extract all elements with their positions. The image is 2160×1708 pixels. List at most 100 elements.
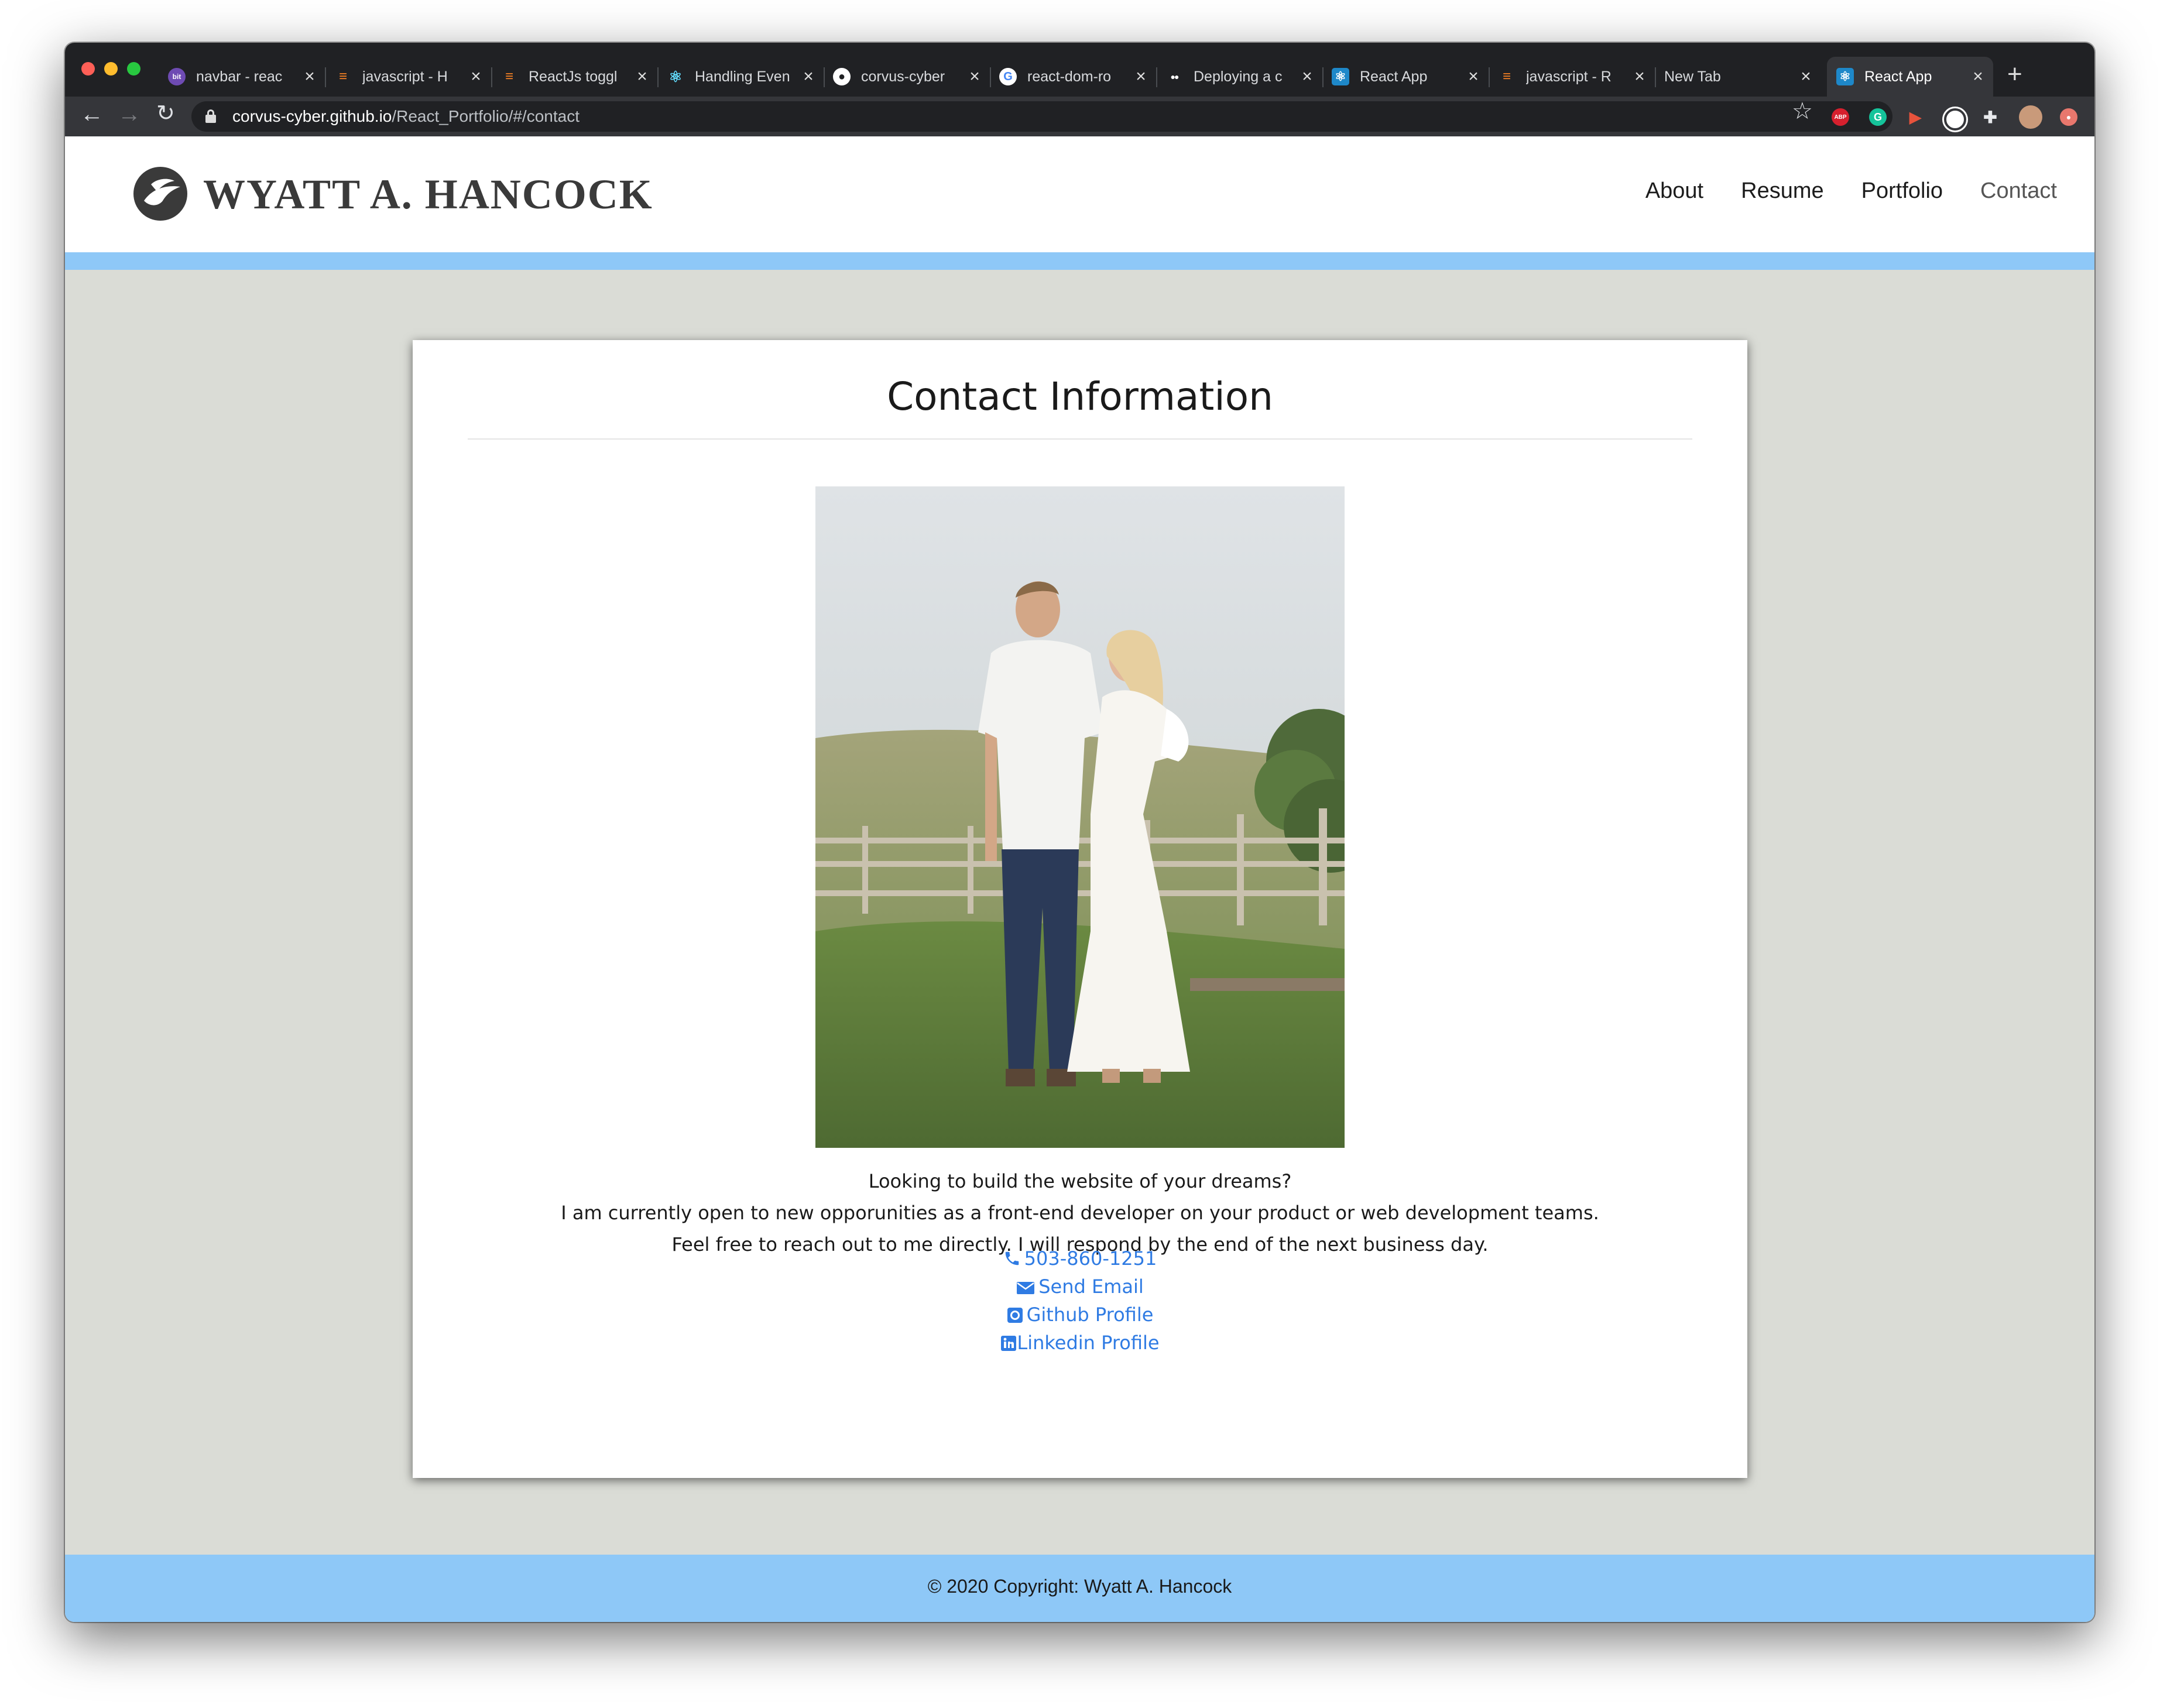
forward-arrow-icon[interactable]: → <box>118 102 141 126</box>
adblock-plus-icon[interactable]: ABP <box>1832 108 1849 126</box>
close-tab-icon[interactable]: × <box>800 67 817 87</box>
tab-title: javascript - R <box>1526 68 1612 85</box>
browser-tab[interactable]: ≡ javascript - H × <box>325 57 491 97</box>
nav-portfolio[interactable]: Portfolio <box>1861 179 1943 204</box>
screencast-icon[interactable]: ▶ <box>1907 108 1924 126</box>
react-icon: ⚛ <box>1332 68 1349 85</box>
main-nav: About Resume Portfolio Contact <box>1645 179 2057 204</box>
bird-logo-icon[interactable] <box>133 167 187 221</box>
close-tab-icon[interactable]: × <box>1798 67 1814 87</box>
tab-separator <box>491 67 492 87</box>
tab-separator <box>1655 67 1656 87</box>
tab-title: New Tab <box>1664 68 1721 85</box>
stackoverflow-icon: ≡ <box>505 68 513 84</box>
tab-title: ReactJs toggl <box>529 68 618 85</box>
tab-strip: bit navbar - reac × ≡ javascript - H × ≡… <box>65 43 2094 97</box>
tab-separator <box>824 67 825 87</box>
message-line: Looking to build the website of your dre… <box>868 1170 1292 1192</box>
page-title: Contact Information <box>887 374 1273 419</box>
github-icon: ● <box>833 68 851 85</box>
grammarly-icon[interactable]: G <box>1869 108 1887 126</box>
google-icon: G <box>999 68 1017 85</box>
update-icon[interactable]: ● <box>2060 108 2077 126</box>
tab-title: navbar - reac <box>196 68 283 85</box>
tab-title: corvus-cyber <box>861 68 945 85</box>
contact-card: Contact Information Looking to build the… <box>413 340 1747 1478</box>
close-tab-icon[interactable]: × <box>1299 67 1315 87</box>
browser-tab-active[interactable]: ⚛ React App × <box>1827 57 1993 97</box>
minimize-window-button[interactable] <box>104 62 118 76</box>
back-arrow-icon[interactable]: ← <box>80 102 104 126</box>
react-icon: ⚛ <box>1836 68 1854 85</box>
lock-icon <box>204 108 217 124</box>
tab-title: Handling Even <box>695 68 790 85</box>
envelope-icon <box>1017 1282 1035 1294</box>
browser-tab[interactable]: bit navbar - reac × <box>159 57 325 97</box>
phone-link[interactable]: 503-860-1251 <box>413 1247 1747 1275</box>
browser-window: bit navbar - reac × ≡ javascript - H × ≡… <box>65 43 2094 1622</box>
nav-about[interactable]: About <box>1645 179 1703 204</box>
close-tab-icon[interactable]: × <box>1465 67 1482 87</box>
nav-resume[interactable]: Resume <box>1741 179 1824 204</box>
bit-icon: bit <box>168 68 186 85</box>
close-tab-icon[interactable]: × <box>301 67 318 87</box>
close-tab-icon[interactable]: × <box>468 67 484 87</box>
github-icon <box>1007 1308 1023 1323</box>
tab-separator <box>1156 67 1157 87</box>
tab-separator <box>1322 67 1324 87</box>
email-link[interactable]: Send Email <box>413 1275 1747 1304</box>
site-header: WYATT A. HANCOCK About Resume Portfolio … <box>65 136 2094 270</box>
browser-tab[interactable]: G react-dom-ro × <box>990 57 1156 97</box>
browser-tab[interactable]: ⚛ Handling Even × <box>657 57 824 97</box>
url-text: corvus-cyber.github.io/React_Portfolio/#… <box>232 107 580 125</box>
tab-title: javascript - H <box>362 68 448 85</box>
site-brand[interactable]: WYATT A. HANCOCK <box>203 170 653 219</box>
close-tab-icon[interactable]: × <box>1970 67 1986 87</box>
puzzle-icon[interactable]: ✚ <box>1981 108 1999 126</box>
maximize-window-button[interactable] <box>127 62 140 76</box>
page: WYATT A. HANCOCK About Resume Portfolio … <box>65 136 2094 1622</box>
new-tab-icon[interactable]: + <box>2007 61 2022 87</box>
message-line: I am currently open to new opporunities … <box>561 1202 1599 1224</box>
phone-icon <box>1005 1251 1019 1265</box>
stackoverflow-icon: ≡ <box>1502 68 1511 84</box>
browser-tab[interactable]: ≡ ReactJs toggl × <box>491 57 657 97</box>
divider <box>468 438 1692 440</box>
reload-icon[interactable]: ↻ <box>156 102 175 125</box>
close-tab-icon[interactable]: × <box>966 67 983 87</box>
contact-message: Looking to build the website of your dre… <box>413 1165 1747 1260</box>
browser-tab[interactable]: ≡ javascript - R × <box>1489 57 1655 97</box>
github-link[interactable]: Github Profile <box>413 1304 1747 1332</box>
tab-title: React App <box>1360 68 1428 85</box>
address-bar[interactable]: corvus-cyber.github.io/React_Portfolio/#… <box>191 101 1892 132</box>
tab-title: Deploying a c <box>1194 68 1283 85</box>
browser-toolbar: ← → ↻ corvus-cyber.github.io/React_Portf… <box>65 97 2094 136</box>
tab-title: React App <box>1864 68 1932 85</box>
react-icon: ⚛ <box>668 67 683 85</box>
browser-tab[interactable]: ●● Deploying a c × <box>1156 57 1322 97</box>
extension-circle-icon[interactable] <box>1944 108 1966 131</box>
browser-tab[interactable]: ● corvus-cyber × <box>824 57 990 97</box>
close-window-button[interactable] <box>81 62 95 76</box>
linkedin-label: Linkedin Profile <box>1017 1332 1160 1354</box>
medium-icon: ●● <box>1170 72 1180 81</box>
stackoverflow-icon: ≡ <box>338 68 347 84</box>
bookmark-star-icon[interactable]: ☆ <box>1792 100 1813 123</box>
close-tab-icon[interactable]: × <box>634 67 650 87</box>
copyright-text: © 2020 Copyright: Wyatt A. Hancock <box>927 1576 1232 1597</box>
header-accent-bar <box>65 252 2094 270</box>
tab-separator <box>325 67 326 87</box>
browser-tab[interactable]: New Tab × <box>1655 57 1821 97</box>
close-tab-icon[interactable]: × <box>1133 67 1149 87</box>
phone-number: 503-860-1251 <box>1024 1247 1157 1270</box>
browser-tab[interactable]: ⚛ React App × <box>1322 57 1489 97</box>
contact-links: 503-860-1251 Send Email Github Profile L… <box>413 1247 1747 1360</box>
linkedin-link[interactable]: Linkedin Profile <box>413 1332 1747 1360</box>
tab-separator <box>1489 67 1490 87</box>
nav-contact[interactable]: Contact <box>1980 179 2057 204</box>
site-footer: © 2020 Copyright: Wyatt A. Hancock <box>65 1555 2094 1622</box>
tab-separator <box>657 67 659 87</box>
profile-avatar-icon[interactable] <box>2019 105 2042 129</box>
github-label: Github Profile <box>1026 1304 1154 1326</box>
close-tab-icon[interactable]: × <box>1631 67 1648 87</box>
